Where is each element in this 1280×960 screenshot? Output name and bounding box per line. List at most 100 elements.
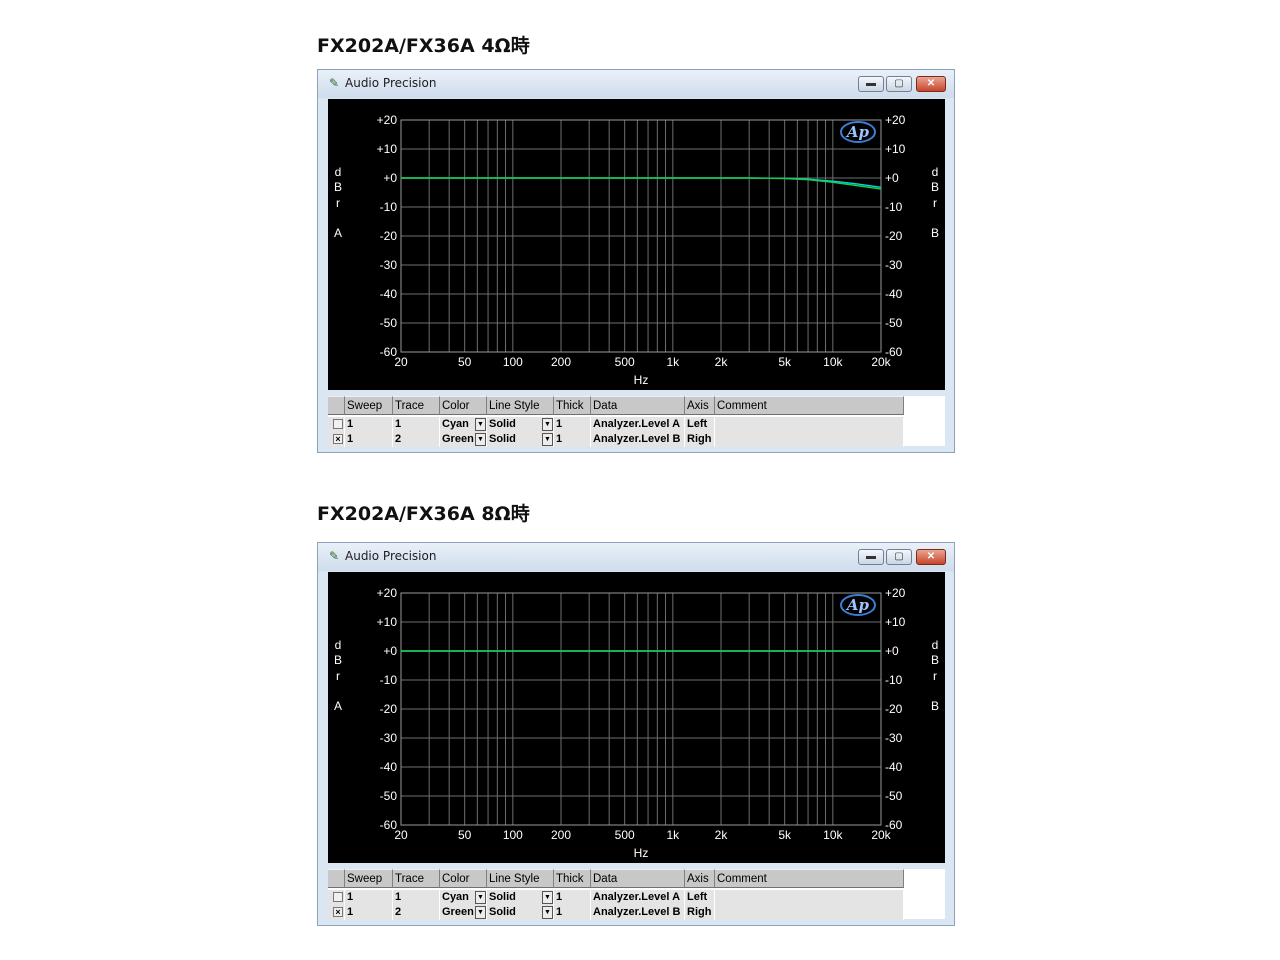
- y-axis-label-right: d: [932, 638, 939, 652]
- header-cell-axis[interactable]: Axis: [685, 869, 715, 888]
- row-checkbox[interactable]: ×: [333, 434, 343, 444]
- header-cell-sweep[interactable]: Sweep: [345, 396, 393, 415]
- close-icon[interactable]: ✕: [916, 549, 946, 565]
- header-cell-color[interactable]: Color: [440, 869, 487, 888]
- y-axis-label-right: B: [931, 699, 939, 713]
- header-cell-trace[interactable]: Trace: [393, 396, 440, 415]
- cell-data-text: Analyzer.Level B: [593, 433, 681, 445]
- dropdown-arrow-icon[interactable]: ▼: [542, 433, 553, 446]
- cell-color-text: Cyan: [442, 891, 469, 903]
- cell-axis: Left: [685, 890, 715, 905]
- row-checkbox[interactable]: [333, 419, 343, 429]
- header-cell-style[interactable]: Line Style: [487, 869, 554, 888]
- header-cell-comment[interactable]: Comment: [715, 869, 904, 888]
- y-tick-label-right: +10: [885, 615, 906, 629]
- cell-color[interactable]: Cyan ▼: [440, 417, 487, 432]
- cell-sweep: 1: [345, 417, 393, 432]
- y-tick-label-left: -10: [380, 673, 398, 687]
- cell-sweep: 1: [345, 432, 393, 447]
- cell-trace: 1: [393, 417, 440, 432]
- header-cell-data[interactable]: Data: [591, 869, 685, 888]
- cell-thick[interactable]: 1 ▼: [542, 890, 591, 905]
- cell-color[interactable]: Green ▼: [440, 905, 487, 920]
- minimize-icon[interactable]: ▬: [858, 76, 884, 92]
- header-cell-axis[interactable]: Axis: [685, 396, 715, 415]
- cell-data: Analyzer.Level A: [591, 890, 685, 905]
- cell-data: Analyzer.Level B: [591, 905, 685, 920]
- x-tick-label: 20: [394, 828, 408, 842]
- dropdown-arrow-icon[interactable]: ▼: [542, 891, 553, 904]
- x-tick-label: 200: [551, 828, 571, 842]
- frequency-response-graph[interactable]: +20 +20 +10 +10 +0 +0 -10 -10 -20 -20 -30 -30 -40 -40…: [328, 572, 945, 863]
- row-checkbox[interactable]: [333, 892, 343, 902]
- header-cell-thick[interactable]: Thick: [554, 869, 591, 888]
- ap-logo-text: Ap: [845, 596, 870, 614]
- table-row[interactable]: ×12Green▼Solid▼1▼Analyzer.Level BRigh: [328, 432, 945, 447]
- maximize-icon[interactable]: ▢: [886, 549, 912, 565]
- maximize-icon[interactable]: ▢: [886, 76, 912, 92]
- y-tick-label-left: +10: [377, 615, 398, 629]
- table-row[interactable]: 11Cyan▼Solid▼1▼Analyzer.Level ALeft: [328, 417, 945, 432]
- header-cell-trace[interactable]: Trace: [393, 869, 440, 888]
- y-axis-label-left: r: [336, 669, 340, 683]
- cell-axis: Left: [685, 417, 715, 432]
- close-icon[interactable]: ✕: [916, 76, 946, 92]
- cell-comment: [715, 890, 904, 905]
- header-cell-comment[interactable]: Comment: [715, 396, 904, 415]
- header-cell-data[interactable]: Data: [591, 396, 685, 415]
- window-titlebar[interactable]: ✎ Audio Precision ▬ ▢ ✕: [318, 70, 954, 98]
- cell-trace-text: 1: [395, 891, 402, 903]
- dropdown-arrow-icon[interactable]: ▼: [475, 433, 486, 446]
- dropdown-arrow-icon[interactable]: ▼: [475, 906, 486, 919]
- y-tick-label-right: +0: [885, 171, 899, 185]
- y-tick-label-left: +20: [377, 586, 398, 600]
- x-tick-label: 500: [615, 355, 635, 369]
- cell-color[interactable]: Cyan ▼: [440, 890, 487, 905]
- cell-thick-text: 1: [556, 418, 563, 430]
- y-axis-label-right: B: [931, 226, 939, 240]
- cell-thick-text: 1: [556, 891, 563, 903]
- cell-axis-text: Left: [687, 891, 708, 903]
- x-tick-label: 50: [458, 355, 472, 369]
- cell-axis: Righ: [685, 432, 715, 447]
- x-tick-label: 1k: [666, 355, 680, 369]
- cell-thick[interactable]: 1 ▼: [542, 432, 591, 447]
- dropdown-arrow-icon[interactable]: ▼: [475, 891, 486, 904]
- y-tick-label-left: -50: [380, 316, 398, 330]
- cell-thick[interactable]: 1 ▼: [542, 905, 591, 920]
- y-tick-label-left: +10: [377, 142, 398, 156]
- y-tick-label-left: -10: [380, 200, 398, 214]
- window-titlebar[interactable]: ✎ Audio Precision ▬ ▢ ✕: [318, 543, 954, 571]
- table-row[interactable]: 11Cyan▼Solid▼1▼Analyzer.Level ALeft: [328, 890, 945, 905]
- cell-color-text: Green: [442, 906, 474, 918]
- x-tick-label: 20k: [871, 828, 891, 842]
- dropdown-arrow-icon[interactable]: ▼: [542, 418, 553, 431]
- table-header: Sweep Trace Color Line Style Thick Data Axis Co…: [328, 869, 945, 888]
- header-cell-style[interactable]: Line Style: [487, 396, 554, 415]
- grid: [400, 119, 882, 353]
- cell-thick[interactable]: 1 ▼: [542, 417, 591, 432]
- audio-precision-window: ✎ Audio Precision ▬ ▢ ✕ +20 +20 +10 +10 +0 +0…: [317, 542, 955, 926]
- y-axis-label-left: A: [334, 699, 342, 713]
- row-checkbox-cell: ×: [328, 905, 345, 920]
- window-title: Audio Precision: [345, 549, 437, 563]
- header-cell-sweep[interactable]: Sweep: [345, 869, 393, 888]
- header-cell-color[interactable]: Color: [440, 396, 487, 415]
- row-checkbox[interactable]: ×: [333, 907, 343, 917]
- minimize-icon[interactable]: ▬: [858, 549, 884, 565]
- x-tick-label: 500: [615, 828, 635, 842]
- dropdown-arrow-icon[interactable]: ▼: [475, 418, 486, 431]
- header-cell-thick[interactable]: Thick: [554, 396, 591, 415]
- dropdown-arrow-icon[interactable]: ▼: [542, 906, 553, 919]
- trace-table: Sweep Trace Color Line Style Thick Data Axis Co…: [328, 869, 945, 920]
- cell-data-text: Analyzer.Level A: [593, 891, 681, 903]
- y-axis-label-right: B: [931, 180, 939, 194]
- frequency-response-graph[interactable]: +20 +20 +10 +10 +0 +0 -10 -10 -20 -20 -30 -30 -40 -40…: [328, 99, 945, 390]
- y-tick-label-right: -40: [885, 760, 903, 774]
- y-tick-label-right: -30: [885, 258, 903, 272]
- cell-color[interactable]: Green ▼: [440, 432, 487, 447]
- cell-sweep-text: 1: [347, 418, 354, 430]
- cell-thick-text: 1: [556, 433, 563, 445]
- table-row[interactable]: ×12Green▼Solid▼1▼Analyzer.Level BRigh: [328, 905, 945, 920]
- row-checkbox-cell: [328, 417, 345, 432]
